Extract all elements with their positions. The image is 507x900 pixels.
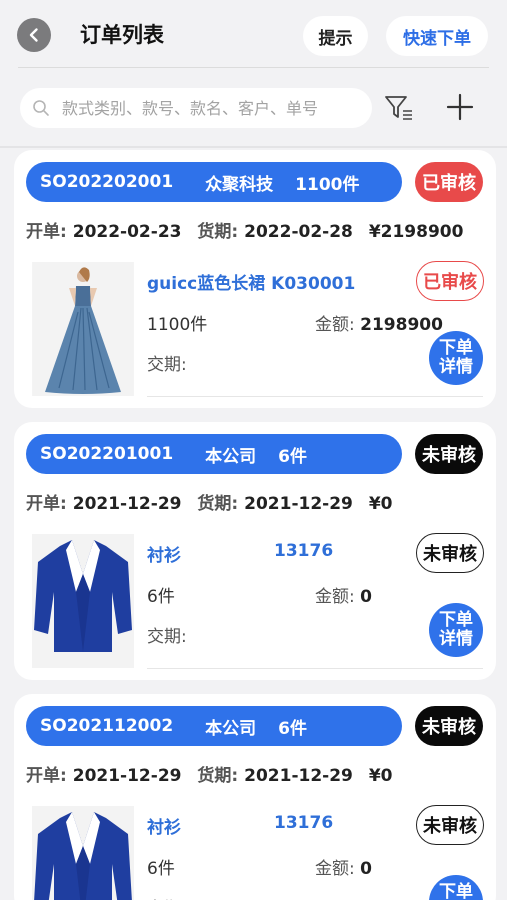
order-total: ¥0 — [368, 494, 393, 514]
header-divider — [18, 67, 489, 68]
open-date-label: 开单: — [26, 766, 67, 786]
search-icon — [33, 100, 49, 116]
due-date-value: 2022-02-28 — [244, 222, 353, 242]
order-customer: 本公司 — [205, 446, 257, 467]
item-quantity: 6件 — [147, 587, 175, 607]
order-dates: 开单: 2022-02-23 货期: 2022-02-28 ¥2198900 — [26, 217, 463, 242]
search-input[interactable] — [62, 98, 372, 118]
order-quantity: 1100件 — [295, 174, 360, 195]
amount-label: 金额: — [315, 587, 355, 607]
product-name[interactable]: 衬衫 — [147, 541, 181, 566]
add-icon[interactable] — [445, 92, 475, 122]
delivery-label: 交期: — [147, 355, 187, 375]
delivery-label: 交期: — [147, 627, 187, 647]
quick-order-button[interactable]: 快速下单 — [386, 16, 488, 56]
search-bar[interactable] — [20, 88, 372, 128]
page-title: 订单列表 — [80, 23, 164, 47]
back-button[interactable] — [17, 18, 51, 52]
detail-label-line1: 下单 — [439, 882, 473, 900]
dress-image — [33, 262, 133, 396]
item-divider — [147, 668, 483, 669]
amount-value: 2198900 — [360, 315, 443, 335]
item-status-badge: 未审核 — [416, 805, 484, 845]
header-bar: 订单列表 提示 快速下单 — [0, 0, 507, 68]
item-quantity: 6件 — [147, 859, 175, 879]
product-thumbnail[interactable] — [32, 534, 134, 668]
order-customer: 众聚科技 — [205, 174, 274, 195]
product-code[interactable]: 13176 — [274, 541, 333, 561]
due-date-label: 货期: — [197, 222, 239, 242]
order-header-pill[interactable]: SO202112002 本公司 6件 — [26, 706, 402, 746]
delivery-label: 交期: — [147, 894, 187, 900]
section-divider — [0, 146, 507, 148]
product-name[interactable]: 衬衫 — [147, 813, 181, 838]
order-card[interactable]: SO202201001 本公司 6件 未审核 开单: 2021-12-29 货期… — [14, 422, 496, 680]
due-date-label: 货期: — [197, 494, 239, 514]
product-thumbnail[interactable] — [32, 806, 134, 900]
detail-label-line1: 下单 — [439, 338, 473, 358]
order-customer: 本公司 — [205, 718, 257, 739]
order-dates: 开单: 2021-12-29 货期: 2021-12-29 ¥0 — [26, 761, 392, 786]
detail-label-line1: 下单 — [439, 610, 473, 630]
open-date-value: 2021-12-29 — [72, 494, 182, 514]
order-number: SO202202001 — [40, 172, 174, 192]
item-amount: 金额: 2198900 — [315, 310, 443, 335]
item-status-badge: 未审核 — [416, 533, 484, 573]
order-header-pill[interactable]: SO202201001 本公司 6件 — [26, 434, 402, 474]
amount-label: 金额: — [315, 859, 355, 879]
item-amount: 金额: 0 — [315, 854, 372, 879]
open-date-value: 2022-02-23 — [72, 222, 182, 242]
item-status-badge: 已审核 — [416, 261, 484, 301]
open-date-label: 开单: — [26, 494, 67, 514]
order-status-badge: 未审核 — [415, 434, 483, 474]
detail-label-line2: 详情 — [439, 629, 473, 649]
order-number: SO202112002 — [40, 716, 174, 736]
order-detail-button[interactable]: 下单 详情 — [429, 603, 483, 657]
order-status-badge: 未审核 — [415, 706, 483, 746]
order-card[interactable]: SO202112002 本公司 6件 未审核 开单: 2021-12-29 货期… — [14, 694, 496, 900]
product-name[interactable]: guicc蓝色长裙 K030001 — [147, 269, 355, 294]
open-date-value: 2021-12-29 — [72, 766, 182, 786]
order-status-badge: 已审核 — [415, 162, 483, 202]
detail-label-line2: 详情 — [439, 357, 473, 377]
due-date-value: 2021-12-29 — [244, 494, 353, 514]
product-thumbnail[interactable] — [32, 262, 134, 396]
due-date-value: 2021-12-29 — [244, 766, 353, 786]
item-quantity: 1100件 — [147, 315, 208, 335]
blazer-image — [32, 534, 134, 668]
order-detail-button[interactable]: 下单 详情 — [429, 331, 483, 385]
order-total: ¥2198900 — [368, 222, 464, 242]
amount-value: 0 — [360, 859, 372, 879]
chevron-left-icon — [29, 28, 38, 42]
due-date-label: 货期: — [197, 766, 239, 786]
order-total: ¥0 — [368, 766, 393, 786]
item-divider — [147, 396, 483, 397]
order-quantity: 6件 — [278, 446, 307, 467]
order-detail-button[interactable]: 下单 详情 — [429, 875, 483, 900]
amount-label: 金额: — [315, 315, 355, 335]
order-dates: 开单: 2021-12-29 货期: 2021-12-29 ¥0 — [26, 489, 392, 514]
order-header-pill[interactable]: SO202202001 众聚科技 1100件 — [26, 162, 402, 202]
order-quantity: 6件 — [278, 718, 307, 739]
filter-icon[interactable] — [384, 94, 414, 122]
item-amount: 金额: 0 — [315, 582, 372, 607]
blazer-image — [32, 806, 134, 900]
amount-value: 0 — [360, 587, 372, 607]
order-number: SO202201001 — [40, 444, 174, 464]
hint-button[interactable]: 提示 — [303, 16, 368, 56]
open-date-label: 开单: — [26, 222, 67, 242]
order-card[interactable]: SO202202001 众聚科技 1100件 已审核 开单: 2022-02-2… — [14, 150, 496, 408]
product-code[interactable]: 13176 — [274, 813, 333, 833]
